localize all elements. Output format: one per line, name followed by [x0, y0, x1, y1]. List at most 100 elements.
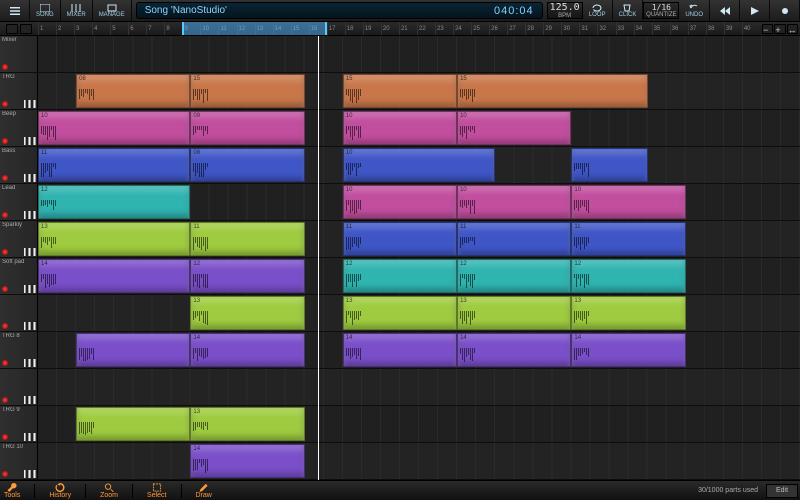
- clip[interactable]: 13: [343, 296, 457, 330]
- record-arm-dot[interactable]: [2, 434, 8, 440]
- manage-button[interactable]: MANAGE: [93, 0, 132, 21]
- clip[interactable]: 10: [343, 111, 457, 145]
- track-header[interactable]: Mixer: [0, 36, 38, 72]
- clip[interactable]: 14: [343, 333, 457, 367]
- undo-button[interactable]: UNDO: [679, 0, 710, 21]
- clip[interactable]: [76, 407, 190, 441]
- history-button[interactable]: History: [45, 483, 75, 499]
- track-lane[interactable]: [38, 369, 800, 405]
- clip[interactable]: 10: [38, 111, 190, 145]
- snap-tool-button[interactable]: [20, 24, 32, 34]
- clip[interactable]: 14: [571, 333, 685, 367]
- clip[interactable]: 11: [457, 222, 571, 256]
- track-lane[interactable]: 08151515: [38, 73, 800, 109]
- quantize-display[interactable]: 1/16 QUANTIZE: [643, 2, 679, 19]
- record-arm-dot[interactable]: [2, 212, 8, 218]
- zoom-button[interactable]: Zoom: [96, 483, 122, 499]
- track-lane[interactable]: 13131313: [38, 295, 800, 331]
- track-lane[interactable]: 1412121212: [38, 258, 800, 294]
- track-lane[interactable]: 10091010: [38, 110, 800, 146]
- clip[interactable]: 12: [571, 259, 685, 293]
- record-arm-dot[interactable]: [2, 249, 8, 255]
- track-header[interactable]: [0, 369, 38, 405]
- clip[interactable]: 10: [571, 185, 685, 219]
- record-arm-dot[interactable]: [2, 397, 8, 403]
- clip[interactable]: 13: [38, 222, 190, 256]
- clip[interactable]: [76, 333, 190, 367]
- record-arm-dot[interactable]: [2, 175, 8, 181]
- record-arm-dot[interactable]: [2, 323, 8, 329]
- track-lane[interactable]: 13: [38, 406, 800, 442]
- record-button[interactable]: [770, 0, 800, 21]
- timeline-ruler[interactable]: 1234567891011121314151617181920212223242…: [38, 22, 760, 35]
- loop-region[interactable]: [182, 22, 326, 35]
- record-arm-dot[interactable]: [2, 101, 8, 107]
- clip[interactable]: 15: [190, 74, 304, 108]
- clip[interactable]: 15: [343, 74, 457, 108]
- record-arm-dot[interactable]: [2, 286, 8, 292]
- ruler-tick: 26: [489, 22, 507, 35]
- track-header[interactable]: Bass: [0, 147, 38, 183]
- track-lane[interactable]: 14141414: [38, 332, 800, 368]
- clip[interactable]: 09: [190, 111, 304, 145]
- cursor-tool-button[interactable]: [6, 24, 18, 34]
- clip[interactable]: 10: [343, 148, 495, 182]
- record-arm-dot[interactable]: [2, 64, 8, 70]
- clip[interactable]: 11: [571, 222, 685, 256]
- clip[interactable]: 11: [38, 148, 190, 182]
- loop-button[interactable]: LOOP: [583, 0, 613, 21]
- clip[interactable]: 14: [457, 333, 571, 367]
- record-arm-dot[interactable]: [2, 138, 8, 144]
- record-arm-dot[interactable]: [2, 360, 8, 366]
- track-header[interactable]: TRG 8: [0, 332, 38, 368]
- track-lane[interactable]: 12101010: [38, 184, 800, 220]
- click-button[interactable]: CLICK: [613, 0, 644, 21]
- play-button[interactable]: [740, 0, 770, 21]
- edit-tab[interactable]: Edit: [766, 484, 798, 498]
- zoom-fit-button[interactable]: ↔: [787, 24, 798, 34]
- clip[interactable]: 13: [457, 296, 571, 330]
- menu-button[interactable]: [0, 0, 30, 21]
- clip[interactable]: [571, 148, 647, 182]
- clip[interactable]: 10: [457, 185, 571, 219]
- clip[interactable]: 12: [38, 185, 190, 219]
- bpm-display[interactable]: 125.0 BPM: [547, 2, 583, 19]
- clip[interactable]: 15: [457, 74, 648, 108]
- draw-button[interactable]: Draw: [192, 483, 216, 499]
- track-lane[interactable]: 1311111111: [38, 221, 800, 257]
- clip[interactable]: 13: [190, 296, 304, 330]
- clip[interactable]: 10: [343, 185, 457, 219]
- track-header[interactable]: [0, 295, 38, 331]
- clip[interactable]: 12: [190, 259, 304, 293]
- record-arm-dot[interactable]: [2, 471, 8, 477]
- clip[interactable]: 10: [457, 111, 571, 145]
- clip[interactable]: 14: [38, 259, 190, 293]
- clip[interactable]: 08: [76, 74, 190, 108]
- track-header[interactable]: TRG 9: [0, 406, 38, 442]
- track-header[interactable]: Soft pad: [0, 258, 38, 294]
- mixer-button[interactable]: MIXER: [61, 0, 93, 21]
- clip[interactable]: 11: [343, 222, 457, 256]
- zoom-in-h-button[interactable]: +: [774, 24, 785, 34]
- track-header[interactable]: TRG 10: [0, 443, 38, 479]
- track-header[interactable]: Beep: [0, 110, 38, 146]
- track-header[interactable]: Sparkly: [0, 221, 38, 257]
- clip[interactable]: 08: [190, 148, 304, 182]
- tools-button[interactable]: Tools: [0, 483, 24, 499]
- clip[interactable]: 14: [190, 444, 304, 478]
- track-lane[interactable]: 1108 10: [38, 147, 800, 183]
- clip[interactable]: 14: [190, 333, 304, 367]
- rewind-button[interactable]: [710, 0, 740, 21]
- clip[interactable]: 13: [190, 407, 304, 441]
- clip[interactable]: 13: [571, 296, 685, 330]
- track-lane[interactable]: 14: [38, 443, 800, 479]
- select-button[interactable]: Select: [143, 483, 170, 499]
- song-button[interactable]: SONG: [30, 0, 61, 21]
- track-lane[interactable]: [38, 36, 800, 72]
- zoom-out-h-button[interactable]: −: [762, 24, 773, 34]
- clip[interactable]: 12: [457, 259, 571, 293]
- track-header[interactable]: Lead: [0, 184, 38, 220]
- clip[interactable]: 11: [190, 222, 304, 256]
- track-header[interactable]: TRG: [0, 73, 38, 109]
- clip[interactable]: 12: [343, 259, 457, 293]
